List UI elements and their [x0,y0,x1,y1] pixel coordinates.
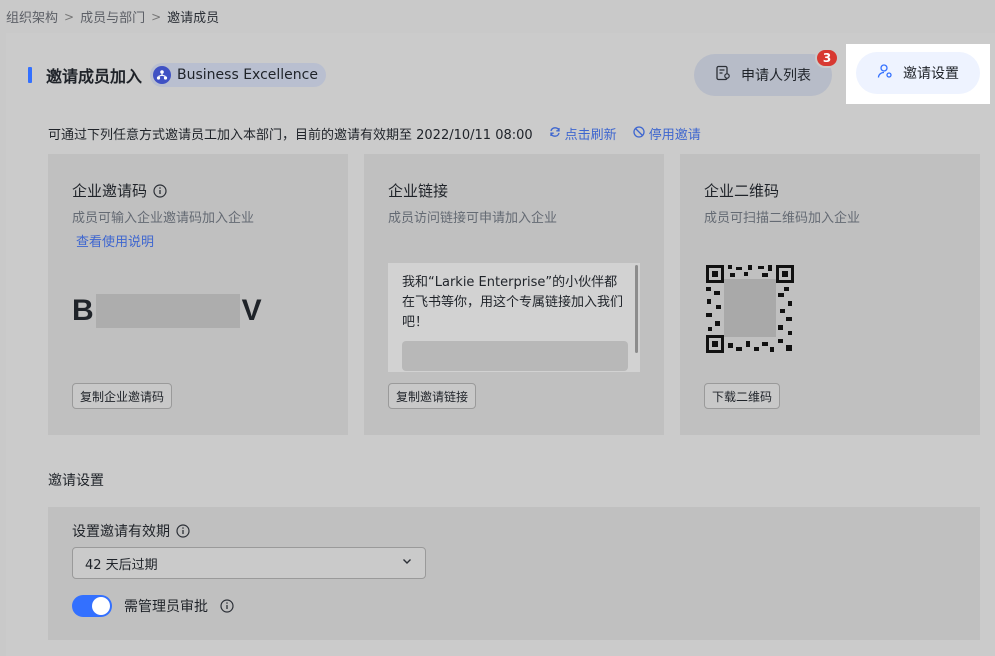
invite-description-text: 可通过下列任意方式邀请员工加入本部门，目前的邀请有效期至 2022/10/11 … [48,128,533,143]
invite-panel: 邀请成员加入 Business Excellence 申请人列表 3 邀请设置 … [6,33,995,656]
ban-icon [633,125,645,142]
user-settings-icon [877,63,893,83]
chevron-right-icon: > [64,9,75,24]
invite-link-message: 我和“Larkie Enterprise”的小伙伴都在飞书等你，用这个专属链接加… [402,275,624,330]
invite-link-title: 企业链接 [388,182,449,200]
disable-invite-label: 停用邀请 [648,128,701,143]
chevron-right-icon: > [151,9,162,24]
qr-code-subtitle: 成员可扫描二维码加入企业 [704,211,861,226]
page-header: 邀请成员加入 Business Excellence [28,63,326,87]
usage-help-link[interactable]: 查看使用说明 [76,231,154,250]
approval-setting: 需管理员审批 [72,595,234,617]
invite-settings-label: 邀请设置 [903,66,959,82]
link-preview-scrollbar[interactable] [635,265,638,353]
invite-code-title-text: 企业邀请码 [72,182,148,200]
approval-label: 需管理员审批 [124,599,208,615]
invite-code-redacted [95,294,240,328]
copy-invite-link-button[interactable]: 复制邀请链接 [388,383,477,409]
page-title: 邀请成员加入 [46,67,143,86]
breadcrumb-current: 邀请成员 [167,11,220,26]
toggle-knob [92,597,110,615]
refresh-link[interactable]: 点击刷新 [549,124,617,143]
invite-code-card: 企业邀请码 成员可输入企业邀请码加入企业 查看使用说明 B V 复制企业邀请码 [48,154,348,435]
qr-code-title: 企业二维码 [704,182,780,200]
invite-code-title: 企业邀请码 [72,180,167,201]
validity-title: 设置邀请有效期 [72,521,190,541]
invite-link-card: 企业链接 成员访问链接可申请加入企业 我和“Larkie Enterprise”… [364,154,664,435]
approval-toggle[interactable] [72,595,112,617]
org-tree-icon [153,66,172,84]
invite-code-value: B V [72,294,262,328]
breadcrumb-item-members[interactable]: 成员与部门 [80,7,145,26]
validity-select-value: 42 天后过期 [85,557,158,573]
qr-code-card: 企业二维码 成员可扫描二维码加入企业 下载二维码 [680,154,980,435]
qr-code-image [704,263,796,355]
invite-code-start: B [72,294,94,327]
applicant-list-icon [715,65,731,85]
breadcrumb-item-org[interactable]: 组织架构 [6,7,58,26]
applicants-list-button[interactable]: 申请人列表 [694,54,832,96]
validity-select[interactable]: 42 天后过期 [72,547,426,579]
invite-code-subtitle: 成员可输入企业邀请码加入企业 [72,211,255,226]
applicants-count-badge: 3 [815,48,839,68]
title-accent-bar [28,67,32,83]
invite-settings-box: 设置邀请有效期 42 天后过期 需管理员审批 [48,507,980,640]
invite-description: 可通过下列任意方式邀请员工加入本部门，目前的邀请有效期至 2022/10/11 … [48,124,701,143]
breadcrumb: 组织架构 > 成员与部门 > 邀请成员 [6,7,220,27]
invite-link-url-redacted [402,341,628,371]
invite-link-subtitle: 成员访问链接可申请加入企业 [388,211,558,226]
org-name: Business Excellence [177,67,318,83]
refresh-label: 点击刷新 [564,128,617,143]
validity-label: 设置邀请有效期 [72,524,170,540]
info-icon[interactable] [220,599,234,613]
info-icon[interactable] [153,183,167,198]
chevron-down-icon [401,555,413,571]
copy-invite-code-button[interactable]: 复制企业邀请码 [72,383,173,409]
invite-settings-section-title: 邀请设置 [48,473,104,489]
invite-settings-button[interactable]: 邀请设置 [856,52,980,94]
invite-link-preview[interactable]: 我和“Larkie Enterprise”的小伙伴都在飞书等你，用这个专属链接加… [388,263,640,372]
applicants-list-label: 申请人列表 [741,68,811,84]
download-qr-code-button[interactable]: 下载二维码 [704,383,781,409]
refresh-icon [549,126,561,142]
invite-code-end: V [241,294,262,327]
org-tag: Business Excellence [150,63,326,87]
info-icon[interactable] [176,524,190,538]
disable-invite-link[interactable]: 停用邀请 [633,124,701,143]
